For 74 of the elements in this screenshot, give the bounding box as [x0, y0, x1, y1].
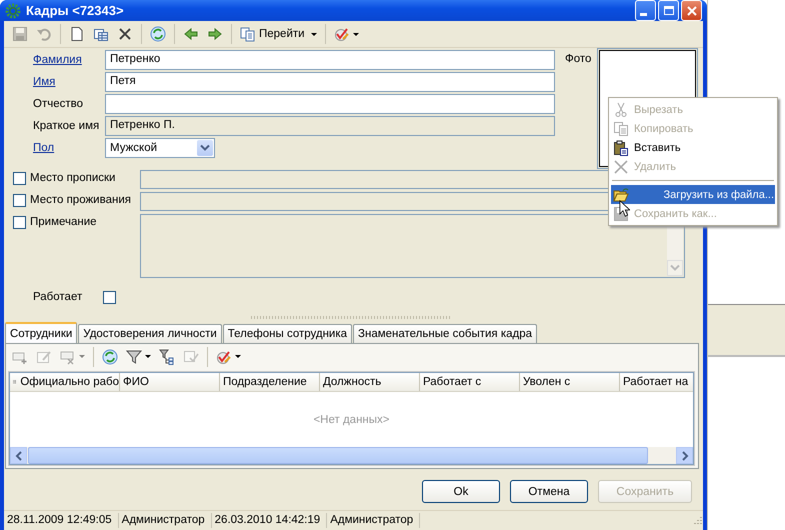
- checkbox[interactable]: [13, 172, 26, 185]
- status-text: 26.03.2010 14:42:19: [212, 513, 328, 528]
- resize-grip-icon[interactable]: [691, 514, 703, 526]
- menu-item[interactable]: Вставить: [611, 138, 775, 157]
- column-header[interactable]: Должность: [323, 376, 382, 388]
- refresh-icon[interactable]: [150, 26, 166, 42]
- arrow-right-icon[interactable]: [207, 26, 223, 42]
- dialog-button[interactable]: Отмена: [510, 480, 588, 503]
- filter-icon[interactable]: [126, 348, 142, 364]
- check-icon[interactable]: [216, 348, 232, 364]
- minimize-button[interactable]: [635, 0, 656, 21]
- checkbox[interactable]: [13, 194, 26, 207]
- cross-icon: [613, 158, 629, 174]
- window-title: Кадры <72343>: [26, 3, 125, 18]
- tab[interactable]: Телефоны сотрудника: [222, 324, 352, 343]
- splitter-handle[interactable]: [250, 316, 450, 319]
- input-field[interactable]: Петя: [105, 72, 555, 92]
- document-icon[interactable]: [69, 26, 85, 42]
- scroll-left-button[interactable]: [10, 447, 27, 464]
- tab[interactable]: Сотрудники: [5, 322, 78, 343]
- works-label: Работает: [33, 291, 84, 303]
- status-text: Администратор: [118, 513, 212, 528]
- column-header[interactable]: Работает на: [623, 376, 688, 388]
- column-header[interactable]: Уволен с: [523, 376, 570, 388]
- checkbox-label: Примечание: [30, 216, 97, 228]
- field-link[interactable]: Фамилия: [33, 54, 105, 66]
- menu-item[interactable]: Загрузить из файла...: [611, 185, 775, 204]
- table-icon[interactable]: [93, 26, 109, 42]
- scrollbar-thumb[interactable]: [28, 447, 648, 464]
- documents-icon: [240, 26, 256, 42]
- field-link[interactable]: Имя: [33, 76, 105, 88]
- dialog-button[interactable]: Ok: [422, 480, 500, 503]
- tab[interactable]: Знаменательные события кадра: [353, 324, 538, 343]
- dropdown-button[interactable]: [197, 140, 213, 156]
- close-icon: [686, 4, 698, 16]
- photo-label: Фото: [565, 52, 592, 67]
- column-header[interactable]: Работает с: [423, 376, 482, 388]
- check-icon[interactable]: [334, 26, 350, 42]
- readonly-field: Петренко П.: [105, 116, 555, 136]
- cursor-icon: [619, 200, 630, 217]
- checkbox[interactable]: [103, 290, 116, 304]
- field-link[interactable]: Пол: [33, 142, 105, 154]
- column-header[interactable]: ФИО: [123, 376, 149, 388]
- chevron-down-icon: [670, 264, 680, 272]
- cross-icon[interactable]: [117, 26, 133, 42]
- folder-icon: [613, 186, 629, 202]
- column-header[interactable]: Подразделение: [223, 376, 307, 388]
- paste-icon: [613, 140, 629, 156]
- tab[interactable]: Удостоверения личности: [78, 324, 222, 343]
- refresh-icon[interactable]: [102, 348, 118, 364]
- copy-icon: [613, 120, 629, 136]
- scissors-icon: [613, 102, 629, 118]
- checkbox-label: Место прописки: [30, 172, 116, 184]
- checkbox-label: Место проживания: [30, 194, 131, 206]
- scroll-right-button[interactable]: [676, 447, 693, 464]
- checkbox[interactable]: [13, 216, 26, 229]
- chevron-down-icon: [200, 144, 210, 152]
- status-text: 28.11.2009 12:49:05: [4, 513, 119, 528]
- filter-tree-icon[interactable]: [159, 348, 175, 364]
- column-header[interactable]: Официально рабо: [20, 376, 119, 388]
- chevron-right-icon: [680, 450, 688, 460]
- field-label: Краткое имя: [33, 120, 100, 132]
- field-label: Отчество: [33, 98, 84, 110]
- input-field[interactable]: [105, 94, 555, 114]
- input-field[interactable]: Петренко: [105, 50, 555, 70]
- close-button[interactable]: [681, 0, 702, 21]
- arrow-left-icon[interactable]: [183, 26, 199, 42]
- maximize-button[interactable]: [658, 0, 679, 21]
- gender-select[interactable]: Мужской: [105, 138, 215, 158]
- chevron-left-icon: [14, 450, 22, 460]
- status-text: Администратор: [327, 513, 420, 528]
- goto-button[interactable]: Перейти: [236, 23, 321, 45]
- empty-message: <Нет данных>: [313, 414, 390, 426]
- gear-icon: [5, 2, 21, 18]
